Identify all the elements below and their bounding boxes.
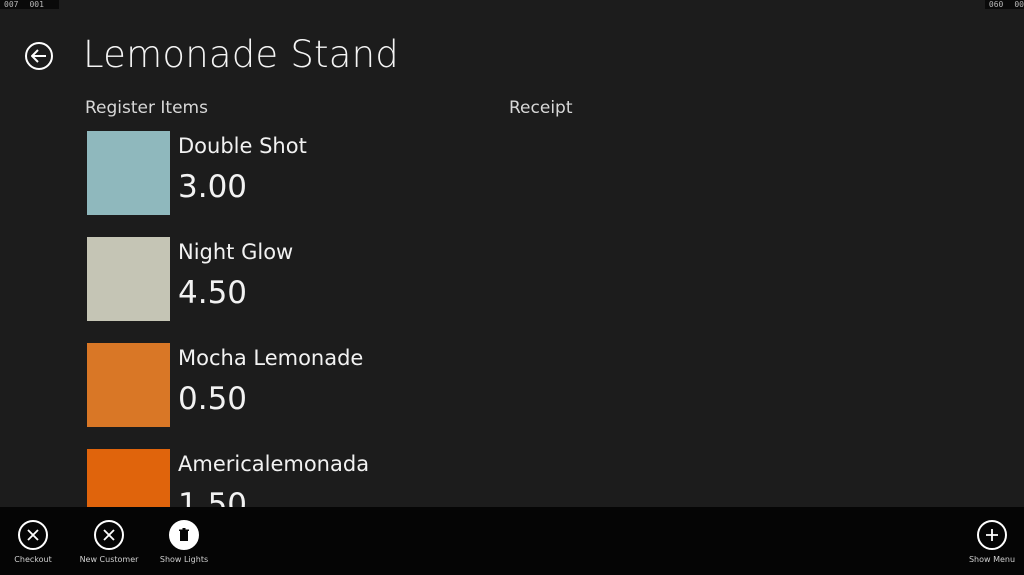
counter-value: 060 bbox=[988, 0, 1004, 9]
show-lights-label: Show Lights bbox=[159, 555, 209, 564]
checkout-button[interactable]: Checkout bbox=[0, 520, 73, 564]
item-name: Night Glow bbox=[178, 240, 294, 264]
item-swatch bbox=[87, 343, 170, 427]
trash-icon bbox=[169, 520, 199, 550]
arrow-left-icon bbox=[31, 49, 46, 63]
plus-circle-icon bbox=[977, 520, 1007, 550]
item-swatch bbox=[87, 237, 170, 321]
register-item[interactable]: Americalemonada 1.50 bbox=[87, 449, 487, 507]
show-menu-button[interactable]: Show Menu bbox=[952, 520, 1024, 564]
close-circle-icon bbox=[94, 520, 124, 550]
new-customer-button[interactable]: New Customer bbox=[69, 520, 149, 564]
register-item[interactable]: Mocha Lemonade 0.50 bbox=[87, 343, 487, 427]
counter-value: 00 bbox=[1014, 0, 1024, 9]
register-items-heading: Register Items bbox=[85, 98, 208, 118]
item-name: Mocha Lemonade bbox=[178, 346, 364, 370]
item-name: Americalemonada bbox=[178, 452, 370, 476]
show-menu-label: Show Menu bbox=[968, 555, 1016, 564]
top-right-counter: 060 00 bbox=[984, 0, 1024, 9]
page-title: Lemonade Stand bbox=[83, 33, 399, 76]
register-item[interactable]: Night Glow 4.50 bbox=[87, 237, 487, 321]
item-price: 3.00 bbox=[178, 169, 248, 205]
item-name: Double Shot bbox=[178, 134, 307, 158]
back-button[interactable] bbox=[25, 42, 53, 70]
counter-value: 001 bbox=[29, 0, 44, 9]
app-bar: Checkout New Customer Show Lights Show M… bbox=[0, 507, 1024, 575]
register-item[interactable]: Double Shot 3.00 bbox=[87, 131, 487, 215]
show-lights-button[interactable]: Show Lights bbox=[144, 520, 224, 564]
item-swatch bbox=[87, 449, 170, 507]
new-customer-label: New Customer bbox=[79, 555, 139, 564]
item-swatch bbox=[87, 131, 170, 215]
item-price: 1.50 bbox=[178, 487, 248, 507]
top-left-counter: 007 001 bbox=[0, 0, 59, 9]
receipt-heading: Receipt bbox=[509, 98, 573, 118]
register-items-list: Double Shot 3.00 Night Glow 4.50 Mocha L… bbox=[87, 131, 487, 507]
checkout-label: Checkout bbox=[14, 555, 52, 564]
item-price: 4.50 bbox=[178, 275, 248, 311]
counter-value: 007 bbox=[4, 0, 19, 9]
close-circle-icon bbox=[18, 520, 48, 550]
item-price: 0.50 bbox=[178, 381, 248, 417]
